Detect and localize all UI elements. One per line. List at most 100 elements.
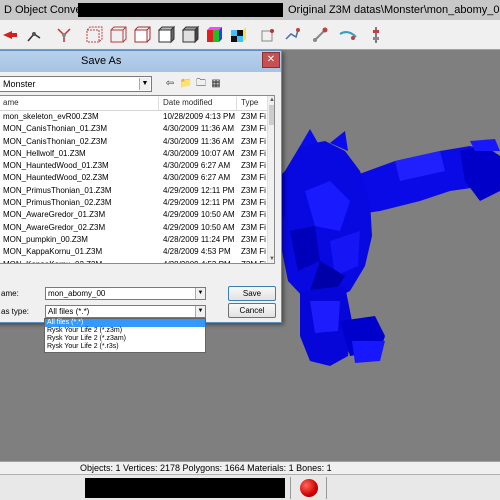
- file-row[interactable]: MON_PrimusThonian_02.Z3M 4/29/2009 12:11 …: [0, 197, 267, 209]
- file-type: Z3M Fi: [241, 234, 266, 244]
- file-name: MON_AwareGredor_01.Z3M: [3, 210, 106, 220]
- file-type-option[interactable]: All files (*.*): [45, 319, 205, 327]
- file-type-option[interactable]: Rysk Your Life 2 (*.z3m): [45, 327, 205, 335]
- redacted-region: [85, 478, 285, 498]
- file-type: Z3M Fi: [241, 247, 266, 257]
- file-type-dropdown: All files (*.*) Rysk Your Life 2 (*.z3m) R…: [44, 318, 206, 353]
- title-bar: D Object Converter Original Z3M datas\Mo…: [0, 0, 500, 20]
- file-row[interactable]: MON_PrimusThonian_01.Z3M 4/29/2009 12:11 …: [0, 185, 267, 197]
- back-arrow-icon[interactable]: ⇦: [163, 77, 177, 91]
- cube-icon[interactable]: [132, 25, 152, 45]
- file-date: 4/30/2009 11:36 AM: [163, 136, 235, 146]
- scroll-down-icon[interactable]: ▼: [268, 255, 274, 263]
- checker-cube-icon[interactable]: [228, 25, 248, 45]
- toolbar: [0, 20, 500, 50]
- cancel-button[interactable]: Cancel: [228, 303, 276, 318]
- undo-icon[interactable]: [0, 25, 20, 45]
- file-type: Z3M Fi: [241, 136, 266, 146]
- file-type-option[interactable]: Rysk Your Life 2 (*.r3s): [45, 343, 205, 351]
- file-name: MON_PrimusThonian_02.Z3M: [3, 198, 112, 208]
- divider: [290, 477, 291, 499]
- save-in-select[interactable]: Monster ▼: [0, 76, 152, 92]
- save-button[interactable]: Save: [228, 286, 276, 301]
- redacted-region: [78, 3, 283, 17]
- file-name: MON_KappaKornu_01.Z3M: [3, 247, 103, 257]
- file-type: Z3M Fi: [241, 148, 266, 158]
- folder-up-icon[interactable]: 📁: [179, 77, 193, 91]
- file-type: Z3M Fi: [241, 112, 266, 121]
- file-name: MON_pumpkin_00.Z3M: [3, 234, 88, 244]
- file-date: 4/29/2009 12:11 PM: [163, 185, 235, 195]
- view-menu-icon[interactable]: ▦: [209, 77, 223, 91]
- status-bar: Objects: 1 Vertices: 2178 Polygons: 1664…: [0, 461, 500, 474]
- file-type: Z3M Fi: [241, 185, 266, 195]
- divider: [236, 97, 237, 110]
- light-icon[interactable]: [282, 25, 302, 45]
- box-icon[interactable]: [108, 25, 128, 45]
- file-row[interactable]: MON_AwareGredor_01.Z3M 4/29/2009 10:50 AM…: [0, 209, 267, 221]
- file-row[interactable]: MON_CanisThonian_02.Z3M 4/30/2009 11:36 A…: [0, 136, 267, 148]
- file-row[interactable]: MON_HauntedWood_02.Z3M 4/30/2009 6:27 AM Z…: [0, 172, 267, 184]
- file-row[interactable]: MON_CanisThonian_01.Z3M 4/30/2009 11:36 A…: [0, 123, 267, 135]
- file-name-field[interactable]: mon_abomy_00 ▼: [45, 287, 206, 300]
- textured-cube-icon[interactable]: [180, 25, 200, 45]
- chevron-down-icon[interactable]: ▼: [195, 306, 205, 317]
- column-name[interactable]: ame: [3, 96, 19, 110]
- file-date: 4/28/2009 11:24 PM: [163, 234, 235, 244]
- file-row[interactable]: MON_KappaKornu_02.Z3M 4/28/2009 4:53 PM Z3…: [0, 259, 267, 263]
- vertex-icon[interactable]: [258, 25, 278, 45]
- record-button[interactable]: [300, 479, 318, 497]
- file-name: MON_KappaKornu_02.Z3M: [3, 259, 102, 263]
- file-row[interactable]: MON_Hellwolf_01.Z3M 4/30/2009 10:07 AM Z3M…: [0, 148, 267, 160]
- scroll-up-icon[interactable]: ▲: [268, 96, 274, 104]
- file-type: Z3M Fi: [241, 161, 266, 171]
- file-date: 4/30/2009 6:27 AM: [163, 173, 231, 183]
- save-in-value: Monster: [3, 79, 36, 89]
- path-icon[interactable]: [338, 25, 358, 45]
- file-type-label: as type:: [1, 307, 30, 316]
- file-date: 4/28/2009 4:53 PM: [163, 259, 231, 263]
- file-type-value: All files (*.*): [48, 307, 90, 316]
- file-row[interactable]: MON_HauntedWood_01.Z3M 4/30/2009 6:27 AM Z…: [0, 160, 267, 172]
- file-date: 4/29/2009 10:50 AM: [163, 222, 235, 232]
- vertical-scrollbar[interactable]: ▲ ▼: [267, 96, 274, 263]
- node-icon[interactable]: [24, 25, 44, 45]
- app-window: D Object Converter Original Z3M datas\Mo…: [0, 0, 500, 500]
- file-name: MON_AwareGredor_02.Z3M: [3, 222, 106, 232]
- file-date: 4/30/2009 11:36 AM: [163, 124, 235, 134]
- file-list[interactable]: ame Date modified Type mon_skeleton_evR0…: [0, 95, 275, 264]
- taskbar: [0, 474, 500, 500]
- close-button[interactable]: ✕: [262, 52, 280, 68]
- file-date: 4/29/2009 10:50 AM: [163, 210, 235, 220]
- window-title-right: Original Z3M datas\Monster\mon_abomy_00.…: [288, 4, 500, 16]
- chevron-down-icon[interactable]: ▼: [195, 288, 205, 299]
- column-date[interactable]: Date modified: [163, 96, 212, 110]
- bone-icon[interactable]: [54, 25, 74, 45]
- chevron-down-icon[interactable]: ▼: [139, 78, 150, 90]
- file-row[interactable]: MON_KappaKornu_01.Z3M 4/28/2009 4:53 PM Z3…: [0, 246, 267, 258]
- file-list-header: ame Date modified Type: [0, 96, 267, 111]
- file-row[interactable]: mon_skeleton_evR00.Z3M 10/28/2009 4:13 PM…: [0, 111, 267, 123]
- file-name: MON_CanisThonian_01.Z3M: [3, 124, 108, 134]
- column-type[interactable]: Type: [241, 96, 258, 110]
- save-as-dialog: Save As ✕ Monster ▼ ⇦ 📁 🗀 ▦ ame Date mod…: [0, 50, 282, 323]
- new-folder-icon[interactable]: 🗀: [194, 77, 208, 91]
- file-type-select[interactable]: All files (*.*) ▼: [45, 305, 206, 318]
- file-rows: mon_skeleton_evR00.Z3M 10/28/2009 4:13 PM…: [0, 111, 267, 263]
- file-date: 4/30/2009 10:07 AM: [163, 148, 235, 158]
- file-type: Z3M Fi: [241, 173, 266, 183]
- file-name-value: mon_abomy_00: [48, 289, 106, 298]
- file-type-option[interactable]: Rysk Your Life 2 (*.z3am): [45, 335, 205, 343]
- scroll-thumb[interactable]: [269, 105, 274, 125]
- file-type: Z3M Fi: [241, 210, 266, 220]
- chain-icon[interactable]: [366, 25, 386, 45]
- file-date: 10/28/2009 4:13 PM: [163, 112, 236, 121]
- color-cube-icon[interactable]: [204, 25, 224, 45]
- wireframe-box-icon[interactable]: [84, 25, 104, 45]
- solid-cube-icon[interactable]: [156, 25, 176, 45]
- bone-tool-icon[interactable]: [310, 25, 330, 45]
- dialog-title-bar: Save As ✕: [0, 51, 281, 72]
- file-row[interactable]: MON_pumpkin_00.Z3M 4/28/2009 11:24 PM Z3M …: [0, 234, 267, 246]
- scene-stats: Objects: 1 Vertices: 2178 Polygons: 1664…: [80, 463, 332, 473]
- file-row[interactable]: MON_AwareGredor_02.Z3M 4/29/2009 10:50 AM…: [0, 222, 267, 234]
